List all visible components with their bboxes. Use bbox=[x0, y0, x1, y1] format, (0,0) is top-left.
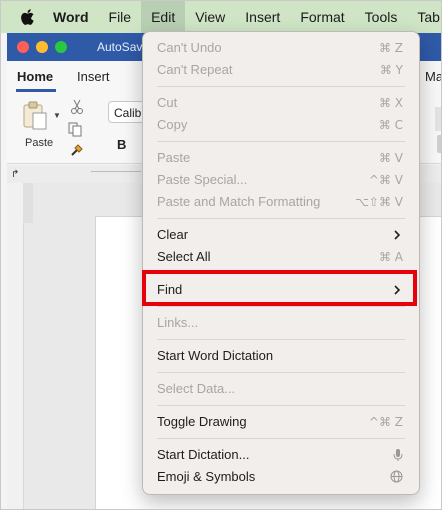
menu-item-cut: Cut ⌘ X bbox=[157, 95, 403, 110]
zoom-window-button[interactable] bbox=[55, 41, 67, 53]
menu-insert[interactable]: Insert bbox=[235, 1, 290, 33]
tab-home[interactable]: Home bbox=[17, 69, 53, 84]
menu-item-cant-undo: Can't Undo ⌘ Z bbox=[157, 40, 403, 55]
menu-format[interactable]: Format bbox=[290, 1, 354, 33]
menu-separator bbox=[157, 339, 405, 340]
menu-view[interactable]: View bbox=[185, 1, 235, 33]
menu-item-cant-repeat: Can't Repeat ⌘ Y bbox=[157, 62, 403, 77]
tab-mailings[interactable]: Ma bbox=[425, 69, 441, 84]
vertical-ruler bbox=[23, 183, 33, 223]
apple-icon[interactable] bbox=[1, 9, 43, 25]
find-highlight-box bbox=[142, 270, 417, 306]
menu-item-links: Links... bbox=[157, 315, 199, 330]
clipboard-icon[interactable] bbox=[21, 101, 49, 131]
menu-table[interactable]: Tab bbox=[407, 1, 441, 33]
chevron-right-icon bbox=[394, 230, 401, 240]
copy-icon[interactable] bbox=[67, 121, 83, 142]
menu-bar: Word File Edit View Insert Format Tools … bbox=[1, 1, 441, 33]
menu-edit[interactable]: Edit bbox=[141, 1, 186, 33]
menu-separator bbox=[157, 218, 405, 219]
chevron-down-icon[interactable]: ▼ bbox=[53, 111, 61, 120]
edit-menu: Can't Undo ⌘ Z Can't Repeat ⌘ Y Cut ⌘ X … bbox=[142, 31, 420, 495]
ribbon-edge-control bbox=[435, 107, 441, 131]
active-tab-indicator bbox=[16, 89, 56, 92]
menu-item-emoji-symbols[interactable]: Emoji & Symbols bbox=[157, 466, 405, 488]
menu-separator bbox=[157, 372, 405, 373]
screenshot-frame: Word File Edit View Insert Format Tools … bbox=[0, 0, 442, 510]
left-gutter bbox=[7, 183, 24, 509]
globe-icon bbox=[390, 470, 403, 483]
paste-label[interactable]: Paste bbox=[25, 137, 53, 149]
menu-item-start-dictation[interactable]: Start Dictation... bbox=[157, 444, 405, 466]
menu-item-select-all[interactable]: Select All ⌘ A bbox=[157, 246, 405, 268]
tab-stop-icon[interactable]: ↱ bbox=[11, 169, 19, 180]
menu-item-paste: Paste ⌘ V bbox=[157, 150, 403, 165]
menu-file[interactable]: File bbox=[99, 1, 142, 33]
bold-button[interactable]: B bbox=[117, 137, 126, 152]
autosave-label: AutoSav bbox=[97, 40, 143, 54]
microphone-icon bbox=[393, 449, 403, 461]
ruler-ticks bbox=[91, 171, 141, 180]
minimize-window-button[interactable] bbox=[36, 41, 48, 53]
menu-separator bbox=[157, 306, 405, 307]
menu-item-clear[interactable]: Clear bbox=[157, 224, 405, 246]
menu-item-start-word-dictation[interactable]: Start Word Dictation bbox=[157, 345, 405, 367]
menu-separator bbox=[157, 438, 405, 439]
menu-item-paste-match-formatting: Paste and Match Formatting ⌥⇧⌘ V bbox=[157, 194, 403, 209]
menu-item-paste-special: Paste Special... ^⌘ V bbox=[157, 172, 403, 187]
close-window-button[interactable] bbox=[17, 41, 29, 53]
ribbon-overflow-handle[interactable] bbox=[437, 135, 441, 153]
menu-item-copy: Copy ⌘ C bbox=[157, 117, 403, 132]
menu-separator bbox=[157, 405, 405, 406]
tab-insert[interactable]: Insert bbox=[77, 69, 110, 84]
menu-item-toggle-drawing[interactable]: Toggle Drawing ^⌘ Z bbox=[157, 411, 405, 433]
menu-separator bbox=[157, 86, 405, 87]
menu-item-select-data: Select Data... bbox=[157, 381, 236, 396]
menu-separator bbox=[157, 141, 405, 142]
menu-app-word[interactable]: Word bbox=[43, 1, 99, 33]
cut-icon[interactable] bbox=[70, 99, 84, 120]
menu-tools[interactable]: Tools bbox=[355, 1, 408, 33]
format-painter-icon[interactable] bbox=[70, 141, 86, 162]
